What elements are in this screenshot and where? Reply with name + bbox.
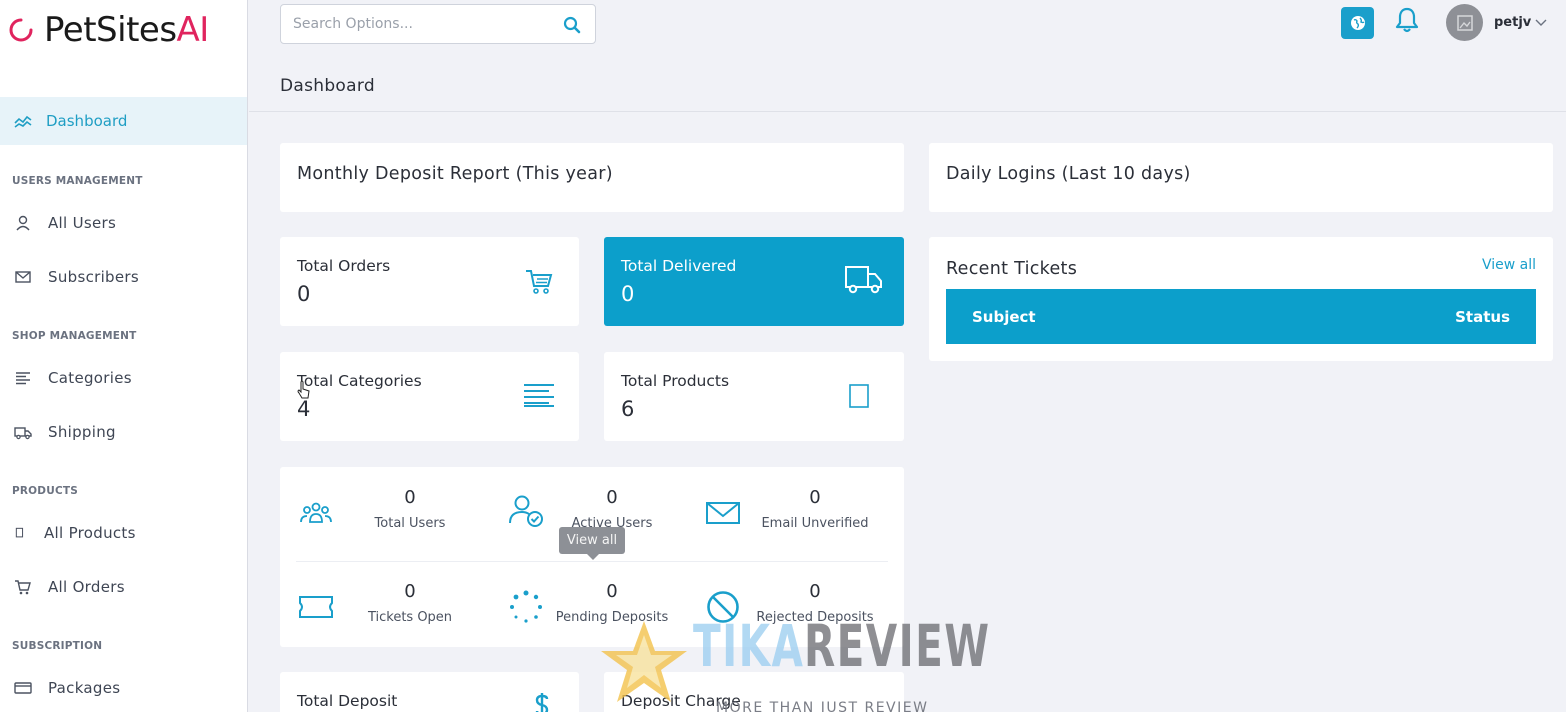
cart-icon	[15, 580, 31, 595]
stat-value: 0	[809, 581, 821, 602]
stat-value: 0	[809, 487, 821, 508]
language-button[interactable]	[1341, 7, 1374, 39]
sidebar-item-label: Shipping	[48, 423, 116, 441]
brand-name: PetSites	[44, 10, 177, 50]
tooltip: View all	[559, 527, 625, 560]
sidebar-section-title: SHOP MANAGEMENT	[12, 330, 137, 342]
total-categories-card[interactable]: Total Categories 4	[280, 352, 579, 441]
sidebar-item-label: Categories	[48, 369, 132, 387]
sidebar-item-packages[interactable]: Packages	[14, 673, 120, 703]
sidebar-item-label: Subscribers	[48, 268, 139, 286]
stat-label: Email Unverified	[761, 516, 869, 531]
card-title: Daily Logins (Last 10 days)	[946, 164, 1191, 184]
search-icon[interactable]	[563, 16, 581, 34]
globe-icon	[1350, 16, 1365, 30]
total-orders-card[interactable]: Total Orders 0	[280, 237, 579, 326]
stat-label: Total Categories	[297, 372, 422, 390]
sidebar-item-dashboard[interactable]: Dashboard	[0, 97, 247, 145]
stat-value: 0	[621, 282, 635, 306]
email-unverified-stat[interactable]: 0 Email Unverified	[685, 467, 945, 557]
stat-label: Total Delivered	[621, 257, 737, 275]
tickets-open-stat[interactable]: 0 Tickets Open	[280, 561, 480, 651]
sidebar-item-categories[interactable]: Categories	[14, 363, 132, 393]
card-icon	[14, 682, 32, 694]
stat-label: Rejected Deposits	[756, 610, 874, 625]
brand-logo[interactable]: PetSites AI	[8, 10, 209, 50]
truck-icon	[14, 427, 32, 440]
card-title: Recent Tickets	[946, 259, 1078, 279]
page-title: Dashboard	[280, 76, 375, 96]
logo-swirl-icon	[9, 18, 33, 42]
chart-line-icon	[14, 115, 32, 128]
search-box[interactable]	[280, 4, 596, 44]
tickets-table-header: Subject Status	[946, 289, 1536, 344]
username[interactable]: petjv	[1494, 15, 1531, 30]
sidebar-item-label: All Users	[48, 214, 117, 232]
sidebar-item-label: Packages	[48, 679, 121, 697]
daily-logins-card: Daily Logins (Last 10 days)	[929, 143, 1553, 212]
total-delivered-card[interactable]: Total Delivered 0	[604, 237, 904, 326]
stat-label: Total Deposit	[297, 692, 398, 710]
column-header-status[interactable]: Status	[1455, 308, 1510, 326]
stat-value: 6	[621, 397, 635, 421]
stat-value: 4	[297, 397, 311, 421]
list-icon	[16, 372, 30, 385]
total-products-card[interactable]: Total Products 6	[604, 352, 904, 441]
stat-label: Total Products	[621, 372, 730, 390]
sidebar-section-title: SUBSCRIPTION	[12, 640, 103, 652]
sidebar-item-label: All Orders	[48, 578, 125, 596]
avatar-placeholder-icon	[1456, 14, 1473, 31]
sidebar-section-title: USERS MANAGEMENT	[12, 175, 143, 187]
stat-value: 0	[297, 282, 311, 306]
sidebar-item-all-orders[interactable]: All Orders	[14, 572, 125, 602]
deposit-charge-card[interactable]: Deposit Charge	[604, 672, 904, 712]
monthly-deposit-card: Monthly Deposit Report (This year)	[280, 143, 904, 212]
chevron-down-icon[interactable]	[1535, 18, 1547, 28]
stat-label: Deposit Charge	[621, 692, 741, 710]
rejected-deposits-stat[interactable]: 0 Rejected Deposits	[685, 561, 945, 651]
sidebar-item-all-users[interactable]: All Users	[14, 208, 116, 238]
user-icon	[16, 215, 30, 231]
sidebar-item-label: Dashboard	[46, 112, 128, 130]
truck-icon	[845, 266, 882, 294]
avatar[interactable]	[1446, 4, 1483, 41]
square-icon	[15, 527, 24, 538]
view-all-link[interactable]: View all	[1482, 257, 1536, 273]
list-icon	[524, 384, 554, 407]
mail-icon	[15, 271, 31, 283]
dollar-icon	[535, 693, 549, 712]
card-title: Monthly Deposit Report (This year)	[297, 164, 613, 184]
square-icon	[849, 384, 869, 408]
mouse-cursor-icon	[297, 380, 310, 399]
stat-label: Total Orders	[297, 257, 391, 275]
total-users-stat[interactable]: 0 Total Users	[280, 467, 480, 557]
sidebar-section-title: PRODUCTS	[12, 485, 78, 497]
total-deposit-card[interactable]: Total Deposit	[280, 672, 579, 712]
sidebar: PetSites AI Dashboard USERS MANAGEMENT Al…	[0, 0, 248, 712]
search-input[interactable]	[293, 16, 553, 32]
header-divider	[249, 111, 1566, 112]
cart-icon	[526, 270, 553, 294]
sidebar-item-subscribers[interactable]: Subscribers	[14, 262, 139, 292]
notification-bell-icon[interactable]	[1394, 6, 1420, 34]
sidebar-item-all-products[interactable]: All Products	[14, 518, 136, 548]
sidebar-item-label: All Products	[44, 524, 136, 542]
brand-suffix: AI	[176, 10, 210, 50]
column-header-subject[interactable]: Subject	[972, 308, 1036, 326]
sidebar-item-shipping[interactable]: Shipping	[14, 417, 116, 447]
